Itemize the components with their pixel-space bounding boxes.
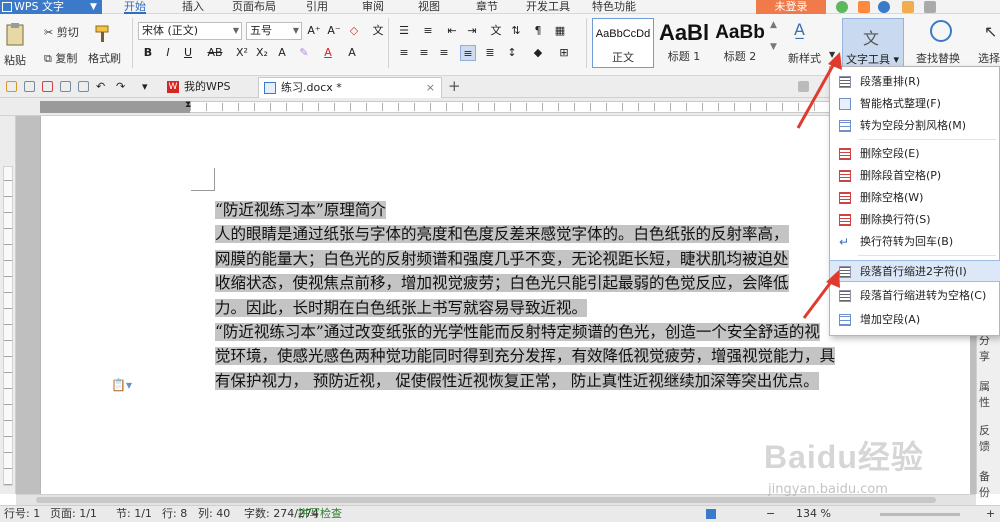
arrow-to-indent-item (802, 277, 836, 319)
arrow-head (828, 52, 842, 70)
annotation-arrows (796, 52, 842, 319)
arrow-to-text-tool (796, 59, 838, 129)
